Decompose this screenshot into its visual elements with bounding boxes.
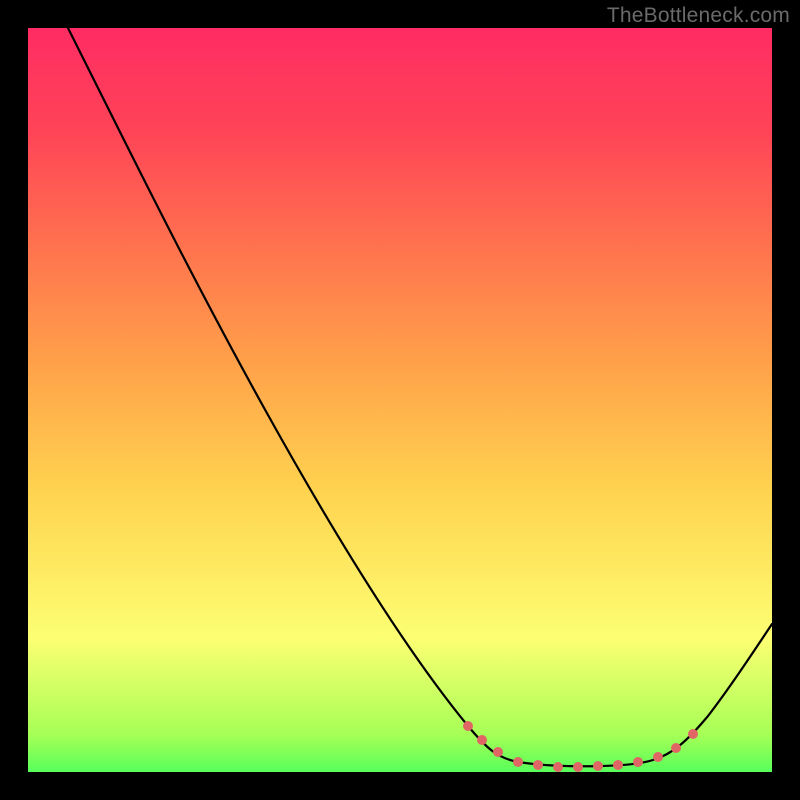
curve-marker [613, 760, 623, 770]
curve-marker [688, 729, 698, 739]
curve-marker [671, 743, 681, 753]
plot-area [28, 28, 772, 772]
curve-marker [493, 747, 503, 757]
curve-marker [593, 761, 603, 771]
chart-frame: TheBottleneck.com [0, 0, 800, 800]
bottleneck-curve-svg [28, 28, 772, 772]
curve-marker [633, 757, 643, 767]
curve-marker [553, 762, 563, 772]
curve-marker [477, 735, 487, 745]
curve-marker [533, 760, 543, 770]
curve-marker [463, 721, 473, 731]
watermark-text: TheBottleneck.com [607, 4, 790, 28]
curve-marker [513, 757, 523, 767]
bottleneck-curve [68, 28, 772, 766]
curve-marker [653, 752, 663, 762]
curve-marker [573, 762, 583, 772]
